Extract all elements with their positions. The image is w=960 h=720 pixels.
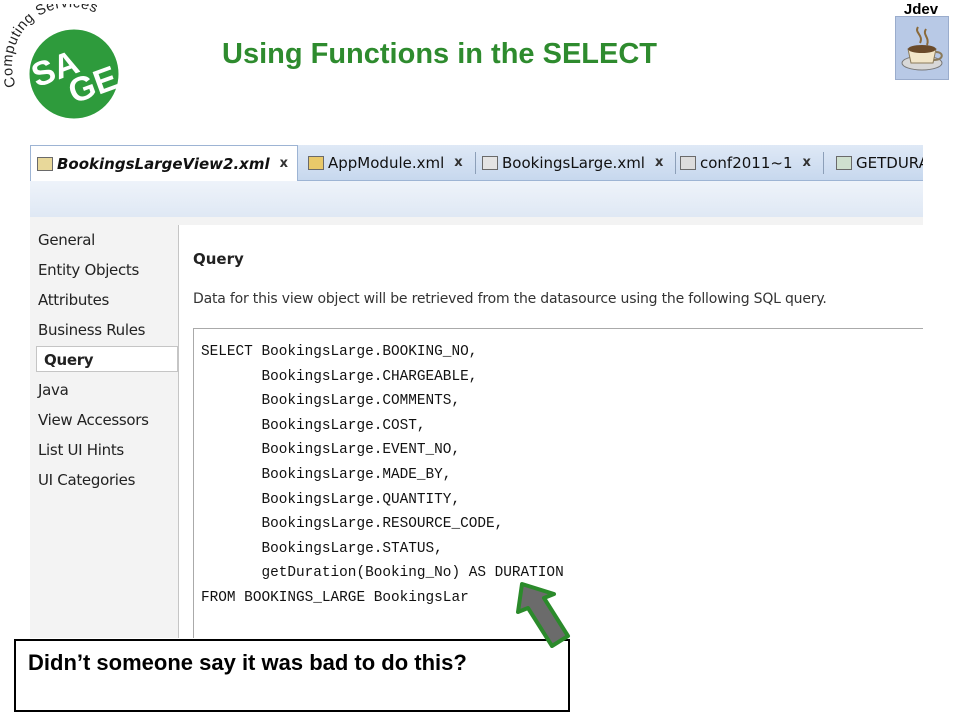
jdeveloper-screenshot: BookingsLargeView2.xml x AppModule.xml x… [30, 145, 923, 638]
slide-title: Using Functions in the SELECT [222, 38, 657, 70]
nav-item-list-ui-hints[interactable]: List UI Hints [38, 437, 124, 463]
query-panel: Query Data for this view object will be … [178, 225, 923, 638]
tab-conf2011[interactable]: conf2011~1 x [674, 145, 824, 180]
close-icon[interactable]: x [655, 155, 663, 170]
overview-nav: General Entity Objects Attributes Busine… [30, 225, 178, 638]
tab-appmodule[interactable]: AppModule.xml x [302, 145, 476, 180]
callout-text: Didn’t someone say it was bad to do this… [28, 650, 467, 675]
section-description: Data for this view object will be retrie… [193, 291, 827, 307]
section-title: Query [193, 250, 244, 268]
nav-item-business-rules[interactable]: Business Rules [38, 317, 145, 343]
close-icon[interactable]: x [803, 155, 811, 170]
tab-bookingslarge[interactable]: BookingsLarge.xml x [476, 145, 677, 180]
view-object-icon [37, 156, 53, 171]
editor-tab-bar: BookingsLargeView2.xml x AppModule.xml x… [30, 145, 923, 181]
entity-object-icon [482, 155, 498, 170]
editor-header-band [30, 181, 923, 217]
tab-getdura[interactable]: GETDURA [830, 145, 923, 180]
app-module-icon [308, 155, 324, 170]
tab-label: AppModule.xml [328, 153, 445, 172]
tab-bookingslargeview2[interactable]: BookingsLargeView2.xml x [30, 145, 298, 181]
nav-item-attributes[interactable]: Attributes [38, 287, 109, 313]
nav-item-general[interactable]: General [38, 227, 95, 253]
sage-logo: Computing Services SA GE [2, 4, 123, 122]
function-icon [836, 155, 852, 170]
nav-item-query[interactable]: Query [36, 346, 178, 372]
close-icon[interactable]: x [454, 155, 462, 170]
tab-label: conf2011~1 [700, 153, 793, 172]
connection-icon [680, 155, 696, 170]
tab-label: BookingsLargeView2.xml [57, 154, 270, 173]
coffee-cup-icon [895, 16, 949, 80]
nav-item-ui-categories[interactable]: UI Categories [38, 467, 135, 493]
nav-item-entity-objects[interactable]: Entity Objects [38, 257, 139, 283]
sql-query-text: SELECT BookingsLarge.BOOKING_NO, Booking… [201, 344, 564, 606]
tab-label: GETDURA [856, 153, 923, 172]
callout-box: Didn’t someone say it was bad to do this… [14, 639, 570, 712]
pointer-arrow-icon [516, 582, 570, 648]
tab-label: BookingsLarge.xml [502, 153, 645, 172]
nav-item-java[interactable]: Java [38, 377, 69, 403]
nav-item-view-accessors[interactable]: View Accessors [38, 407, 149, 433]
close-icon[interactable]: x [280, 156, 288, 171]
